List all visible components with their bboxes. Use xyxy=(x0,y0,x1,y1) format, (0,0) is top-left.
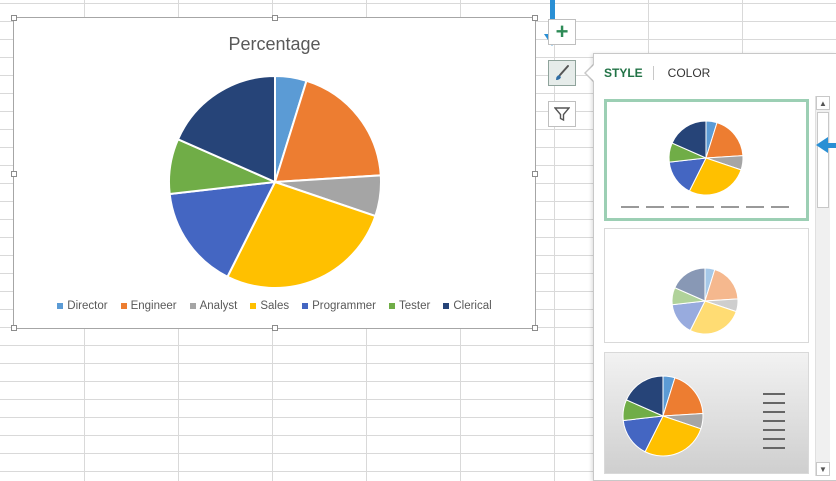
plus-icon: + xyxy=(555,19,569,44)
legend-item-analyst[interactable]: Analyst xyxy=(189,300,238,312)
thumb-legend-mark xyxy=(621,206,639,208)
brush-icon xyxy=(556,65,569,80)
legend-item-engineer[interactable]: Engineer xyxy=(120,300,177,312)
chart-filters-button[interactable] xyxy=(548,101,576,127)
scroll-down-button[interactable]: ▼ xyxy=(816,462,830,476)
chart-object[interactable]: Percentage Director Engineer Analyst Sales P… xyxy=(11,15,538,331)
chart-elements-button[interactable]: + xyxy=(548,19,576,45)
tab-color[interactable]: COLOR xyxy=(654,66,711,80)
scroll-up-button[interactable]: ▲ xyxy=(816,96,830,110)
pane-tabs: STYLE COLOR xyxy=(604,66,710,80)
style-thumbnail-2[interactable] xyxy=(604,228,809,343)
thumbnail-pie-2 xyxy=(671,267,739,335)
legend-label: Director xyxy=(67,300,108,312)
chart-styles-button[interactable] xyxy=(548,60,576,86)
thumb-legend-mark xyxy=(721,206,739,208)
legend-swatch xyxy=(302,303,309,309)
legend-item-director[interactable]: Director xyxy=(57,300,108,312)
legend-label: Analyst xyxy=(199,300,238,312)
legend-label: Programmer xyxy=(312,300,377,312)
thumb-legend-mark xyxy=(746,206,764,208)
tab-style[interactable]: STYLE xyxy=(604,66,654,80)
style-thumbnail-3[interactable] xyxy=(604,352,809,474)
legend-swatch xyxy=(189,303,196,309)
legend-label: Engineer xyxy=(130,300,177,312)
filter-icon xyxy=(554,107,570,122)
thumb-legend-mark xyxy=(771,206,789,208)
scroll-thumb[interactable] xyxy=(817,112,829,208)
thumbnail-pie-3 xyxy=(622,375,785,457)
thumb-legend-mark xyxy=(763,393,785,395)
legend-item-tester[interactable]: Tester xyxy=(389,300,430,312)
thumb-legend-mark xyxy=(763,438,785,440)
thumb-legend-mark xyxy=(671,206,689,208)
thumbnail-pie-1 xyxy=(621,120,789,208)
pane-scrollbar[interactable]: ▲ ▼ xyxy=(815,96,830,476)
legend-item-programmer[interactable]: Programmer xyxy=(302,300,376,312)
legend-item-sales[interactable]: Sales xyxy=(250,300,289,312)
pane-pointer-inner xyxy=(586,64,595,82)
legend-label: Clerical xyxy=(453,300,492,312)
thumb-legend-mark xyxy=(696,206,714,208)
thumb-legend-mark xyxy=(646,206,664,208)
legend-item-clerical[interactable]: Clerical xyxy=(443,300,492,312)
style-thumbnail-1[interactable] xyxy=(604,99,809,221)
thumb-legend-mark xyxy=(763,411,785,413)
annotation-arrow-left-icon xyxy=(816,137,828,153)
thumb-legend-mark xyxy=(763,447,785,449)
legend-label: Sales xyxy=(260,300,290,312)
chart-style-pane: STYLE COLOR ▲ ▼ xyxy=(593,53,836,481)
chart-legend[interactable]: Director Engineer Analyst Sales Programmer Te… xyxy=(14,300,535,312)
legend-swatch xyxy=(250,303,257,309)
thumb-legend-mark xyxy=(763,429,785,431)
legend-swatch xyxy=(120,303,127,309)
pie-chart[interactable] xyxy=(14,18,537,330)
legend-label: Tester xyxy=(399,300,431,312)
legend-swatch xyxy=(389,303,396,309)
thumb-legend-mark xyxy=(763,402,785,404)
legend-swatch xyxy=(443,303,450,309)
thumb-legend-mark xyxy=(763,420,785,422)
legend-swatch xyxy=(57,303,64,309)
